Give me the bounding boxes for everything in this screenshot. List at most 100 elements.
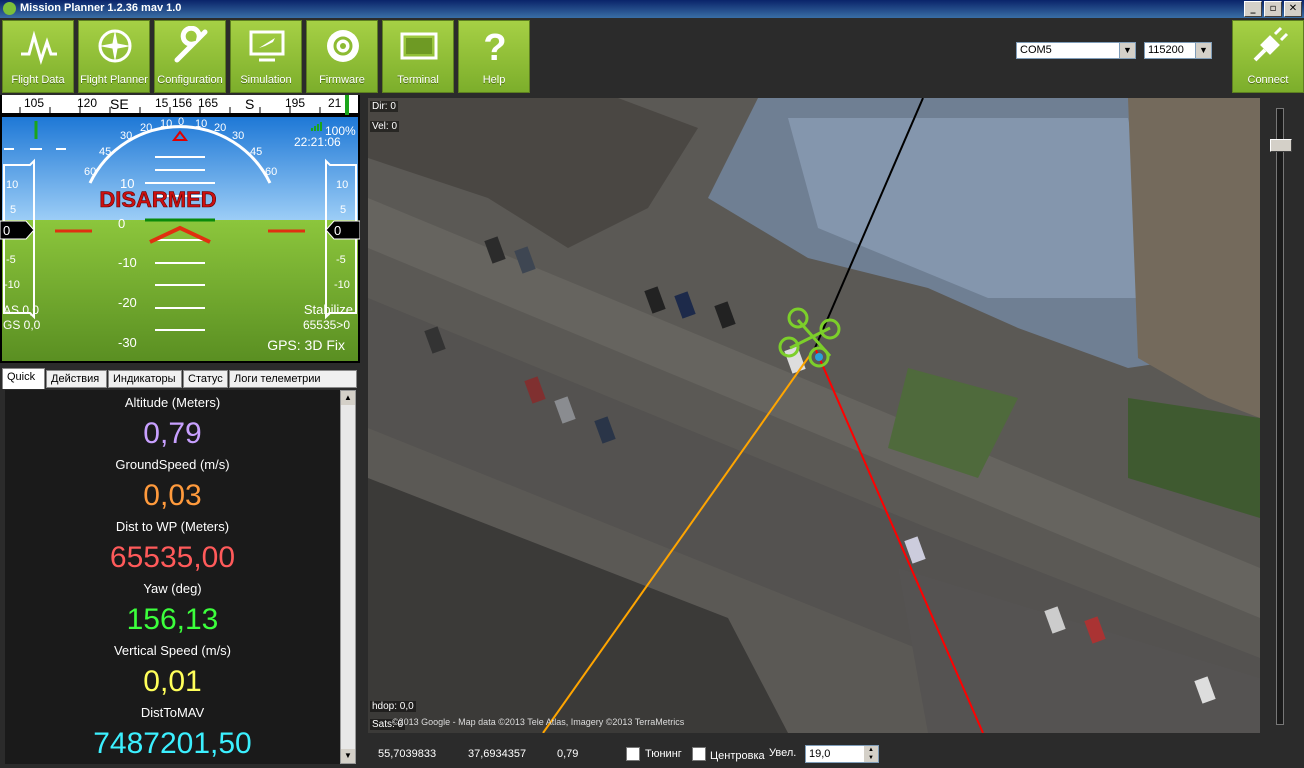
quick-label: GroundSpeed (m/s) [115, 457, 230, 472]
configuration-label: Configuration [157, 74, 223, 86]
heading-tick: SE [110, 96, 129, 112]
roll-mark: 20 [140, 122, 152, 134]
quick-label: DistToMAV [140, 705, 205, 720]
tab-gauges[interactable]: Индикаторы [108, 370, 182, 388]
status-bar: 55,7039833 37,6934357 0,79 Тюнинг Центро… [368, 741, 1304, 768]
quick-label: Yaw (deg) [143, 581, 202, 596]
armed-status: DISARMED [99, 187, 216, 212]
roll-mark: 45 [99, 146, 111, 158]
longitude-readout: 37,6934357 [468, 748, 527, 760]
terminal-button[interactable]: Terminal [382, 20, 454, 93]
heading-tick: 105 [24, 96, 44, 110]
quick-value: 0,79 [143, 417, 202, 450]
zoom-slider-track[interactable] [1276, 108, 1284, 725]
compass-icon [98, 29, 132, 63]
speed-scale: 10 [6, 179, 18, 191]
zoom-value: 19,0 [809, 748, 831, 760]
tab-status[interactable]: Статус [183, 370, 228, 388]
gps-status: GPS: 3D Fix [267, 337, 345, 353]
roll-mark: 60 [84, 166, 96, 178]
roll-mark: 30 [232, 130, 244, 142]
quick-value: 0,01 [143, 665, 202, 698]
altitude-scale: 10 [336, 179, 348, 191]
tuning-checkbox[interactable] [626, 747, 640, 761]
terminal-icon [400, 32, 438, 60]
tab-actions[interactable]: Действия [46, 370, 107, 388]
zoom-label: Увел. [769, 747, 797, 759]
map-view[interactable]: Dir: 0 Vel: 0 hdop: 0,0 Sats: 0 ©2013 Go… [368, 98, 1260, 733]
simulation-label: Simulation [240, 74, 292, 86]
roll-mark: 30 [120, 130, 132, 142]
direction-readout: Dir: 0 [370, 101, 398, 112]
app-icon [3, 2, 16, 15]
plug-icon [1253, 26, 1289, 62]
roll-mark: 20 [214, 122, 226, 134]
quick-label: Dist to WP (Meters) [115, 519, 230, 534]
quick-value: 156,13 [126, 603, 219, 636]
minimize-button[interactable]: _ [1244, 1, 1262, 17]
chevron-down-icon[interactable]: ▼ [1195, 43, 1211, 58]
baud-value: 115200 [1148, 44, 1184, 56]
altitude-scale: 5 [340, 204, 346, 216]
quick-value: 65535,00 [109, 541, 236, 574]
flight-data-button[interactable]: Flight Data [2, 20, 74, 93]
heading-tick: S [245, 96, 254, 112]
speed-value: 0 [3, 223, 10, 238]
port-select[interactable]: COM5 ▼ [1016, 42, 1136, 59]
groundspeed-readout: GS 0,0 [3, 318, 41, 332]
terminal-label: Terminal [397, 74, 439, 86]
hdop-readout: hdop: 0,0 [370, 701, 416, 712]
help-button[interactable]: ? Help [458, 20, 530, 93]
clock: 22:21:06 [294, 135, 341, 149]
zoom-input[interactable]: 19,0 ▲ ▼ [805, 745, 879, 763]
quick-panel: Altitude (Meters) 0,79 GroundSpeed (m/s)… [5, 390, 340, 764]
main-toolbar: Flight Data Flight Planner Configuration… [0, 18, 1304, 95]
zoom-slider-thumb[interactable] [1270, 139, 1292, 152]
pitch-mark: -20 [118, 295, 137, 310]
quick-label: Vertical Speed (m/s) [113, 643, 232, 658]
zoom-spinner[interactable]: ▲ ▼ [864, 746, 878, 762]
altitude-value: 0 [334, 223, 341, 238]
help-icon: ? [483, 27, 506, 66]
connect-button[interactable]: Connect [1232, 20, 1304, 93]
speed-scale: 5 [10, 204, 16, 216]
help-label: Help [482, 74, 506, 86]
chevron-down-icon[interactable]: ▼ [1119, 43, 1135, 58]
altitude-scale: -10 [334, 279, 350, 291]
scroll-down-icon[interactable]: ▼ [341, 749, 355, 763]
airspeed-readout: AS 0,0 [3, 303, 39, 317]
tuning-label: Тюнинг [645, 748, 682, 760]
tab-telemetry-logs[interactable]: Логи телеметрии [229, 370, 357, 388]
scroll-up-icon[interactable]: ▲ [341, 391, 355, 405]
title-bar: Mission Planner 1.2.36 mav 1.0 _ ▫ ✕ [0, 0, 1304, 18]
svg-text:?: ? [483, 27, 506, 66]
tab-quick[interactable]: Quick [2, 368, 45, 389]
port-value: COM5 [1020, 44, 1052, 56]
data-tabs: Quick Действия Индикаторы Статус Логи те… [0, 368, 360, 390]
wrench-icon [174, 26, 208, 63]
baud-select[interactable]: 115200 ▼ [1144, 42, 1212, 59]
roll-mark: 10 [195, 118, 207, 130]
firmware-button[interactable]: Firmware [306, 20, 378, 93]
maximize-button[interactable]: ▫ [1264, 1, 1282, 17]
close-button[interactable]: ✕ [1284, 1, 1302, 17]
connect-label: Connect [1247, 74, 1289, 86]
map-attribution: ©2013 Google - Map data ©2013 Tele Atlas… [392, 717, 685, 727]
quick-label: Altitude (Meters) [124, 395, 221, 410]
pitch-mark: 0 [118, 216, 125, 231]
pitch-mark: -30 [118, 335, 137, 350]
roll-mark: 10 [160, 118, 172, 130]
quick-value: 0,03 [143, 479, 202, 512]
altitude-readout: 0,79 [557, 748, 579, 760]
heading-tick: 156 [172, 96, 192, 110]
flight-planner-button[interactable]: Flight Planner [78, 20, 150, 93]
quick-scrollbar[interactable]: ▲ ▼ [340, 390, 356, 764]
flight-planner-label: Flight Planner [80, 74, 148, 86]
center-checkbox[interactable] [692, 747, 706, 761]
configuration-button[interactable]: Configuration [154, 20, 226, 93]
heading-tick: 21 [328, 96, 342, 110]
simulation-button[interactable]: Simulation [230, 20, 302, 93]
center-label: Центровка [710, 750, 765, 762]
monitor-plane-icon [249, 30, 285, 62]
heading-tick: 120 [77, 96, 97, 110]
